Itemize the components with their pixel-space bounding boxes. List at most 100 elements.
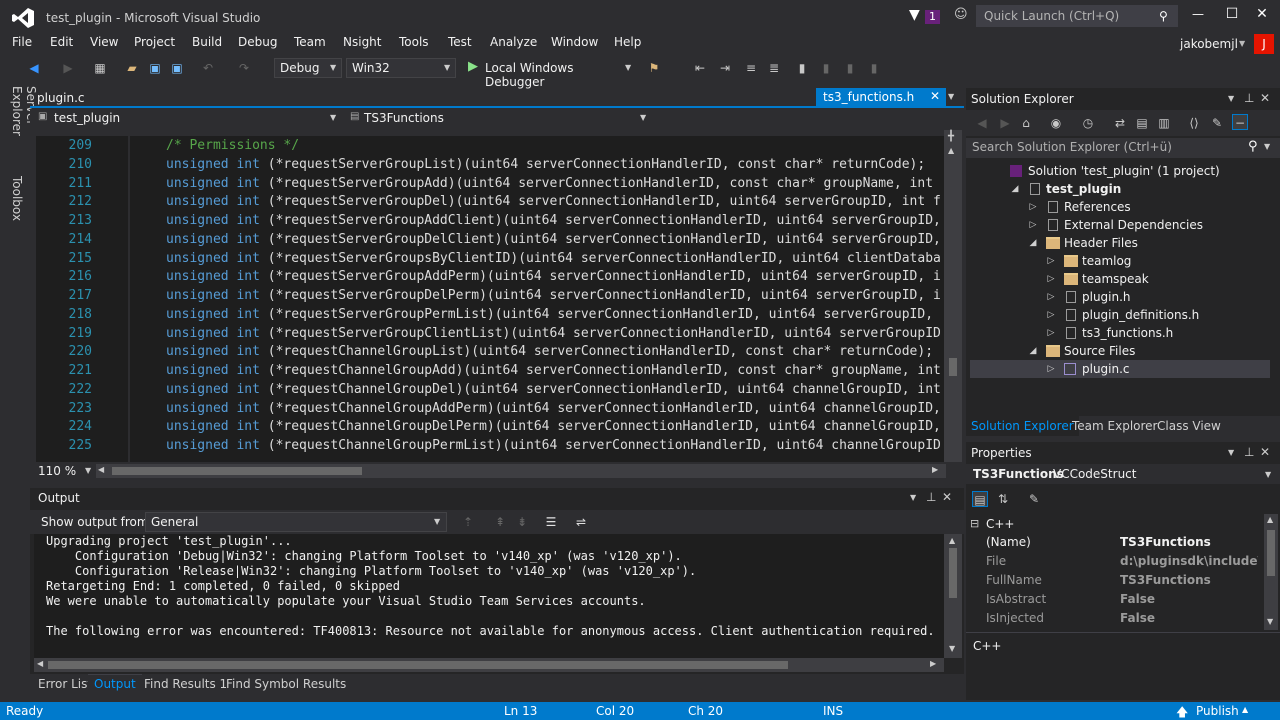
close-icon[interactable]: ✕ <box>1252 6 1272 22</box>
solution-tree-item[interactable]: ▷ References <box>970 198 1270 216</box>
code-line[interactable]: 215 unsigned int (*requestServerGroupsByC… <box>36 249 944 268</box>
avatar[interactable]: J <box>1254 34 1274 54</box>
tab-error-list[interactable]: Error List <box>38 677 92 691</box>
menu-build[interactable]: Build <box>192 35 222 49</box>
scroll-up-icon[interactable]: ▲ <box>1267 515 1273 524</box>
format-icon[interactable]: ⇥ <box>717 60 733 76</box>
chevron-down-icon[interactable]: ▼ <box>1239 36 1245 52</box>
user-name[interactable]: jakobemjl <box>1180 37 1238 51</box>
scroll-left-icon[interactable]: ◀ <box>37 659 43 668</box>
tab-output[interactable]: Output <box>88 674 142 693</box>
property-pages-icon[interactable]: ✎ <box>1026 491 1042 507</box>
property-row[interactable]: FullName TS3Functions <box>986 571 1258 590</box>
uncomment-icon[interactable]: ≣ <box>766 60 782 76</box>
collapsed-arrow-icon[interactable]: ▷ <box>1046 270 1056 288</box>
close-icon[interactable]: ✕ <box>1260 445 1270 459</box>
collapsed-arrow-icon[interactable]: ▷ <box>1046 306 1056 324</box>
prev-message-icon[interactable]: ⇞ <box>492 514 508 530</box>
attach-icon[interactable]: ⚑ <box>646 60 662 76</box>
code-line[interactable]: 223 unsigned int (*requestChannelGroupAdd… <box>36 399 944 418</box>
solution-tree-item[interactable]: ▷ plugin_definitions.h <box>970 306 1270 324</box>
history-icon[interactable]: ◷ <box>1080 115 1096 131</box>
prev-bookmark-icon[interactable]: ▮ <box>818 60 834 76</box>
tab-team-explorer[interactable]: Team Explorer <box>1072 419 1158 433</box>
editor-scroll-thumb[interactable] <box>949 358 957 376</box>
pin-icon[interactable]: ⊥ <box>1244 445 1254 459</box>
code-line[interactable]: 214 unsigned int (*requestServerGroupDelC… <box>36 230 944 249</box>
forward-icon[interactable]: ▶ <box>60 60 76 76</box>
save-all-icon[interactable]: ▣ <box>169 60 185 76</box>
scope-dropdown[interactable]: ▣ test_plugin ▼ <box>34 110 342 128</box>
solution-tree-item[interactable]: ▷ External Dependencies <box>970 216 1270 234</box>
code-view-icon[interactable]: ⟨⟩ <box>1186 115 1202 131</box>
solution-search-input[interactable]: Search Solution Explorer (Ctrl+ü) <box>972 140 1172 154</box>
redo-icon[interactable]: ↷ <box>236 60 252 76</box>
alphabetical-icon[interactable]: ⇅ <box>995 491 1011 507</box>
chevron-down-icon[interactable]: ▼ <box>1228 94 1234 103</box>
word-wrap-icon[interactable]: ⇌ <box>573 514 589 530</box>
solution-tree-item[interactable]: Solution 'test_plugin' (1 project) <box>970 162 1270 180</box>
code-line[interactable]: 217 unsigned int (*requestServerGroupDelP… <box>36 286 944 305</box>
tab-find-symbol-results[interactable]: Find Symbol Results <box>226 677 346 691</box>
menu-project[interactable]: Project <box>134 35 175 49</box>
show-all-files-icon[interactable]: ▥ <box>1156 115 1172 131</box>
filter-icon[interactable]: ▼ <box>909 7 920 23</box>
feedback-icon[interactable]: ☺ <box>954 7 968 23</box>
collapsed-arrow-icon[interactable]: ▷ <box>1046 252 1056 270</box>
properties-icon[interactable]: ✎ <box>1209 115 1225 131</box>
code-line[interactable]: 220 unsigned int (*requestChannelGroupLis… <box>36 342 944 361</box>
clear-bookmarks-icon[interactable]: ▮ <box>866 60 882 76</box>
menu-analyze[interactable]: Analyze <box>490 35 537 49</box>
code-line[interactable]: 213 unsigned int (*requestServerGroupAddC… <box>36 211 944 230</box>
tab-solution-explorer[interactable]: Solution Explorer <box>966 416 1079 436</box>
platform-dropdown[interactable]: Win32 ▼ <box>346 58 456 78</box>
back-icon[interactable]: ◀ <box>26 60 42 76</box>
code-line[interactable]: 219 unsigned int (*requestServerGroupClie… <box>36 324 944 343</box>
chevron-down-icon[interactable]: ▼ <box>1264 142 1270 151</box>
output-vertical-scrollbar[interactable]: ▲ ▼ <box>944 534 962 658</box>
close-icon[interactable]: ✕ <box>942 490 952 504</box>
code-line[interactable]: 225 unsigned int (*requestChannelGroupPer… <box>36 436 944 455</box>
tab-close-icon[interactable]: ✕ <box>930 89 940 103</box>
clear-all-icon[interactable]: ☰ <box>543 514 559 530</box>
search-icon[interactable]: ⚲ <box>1248 139 1258 154</box>
publish-button[interactable]: 🡅 Publish ▲ <box>1176 702 1276 720</box>
tab-plugin-c[interactable]: plugin.c <box>30 88 108 106</box>
menu-tools[interactable]: Tools <box>399 35 429 49</box>
solution-tree-item[interactable]: ▷ teamspeak <box>970 270 1270 288</box>
collapsed-arrow-icon[interactable]: ▷ <box>1046 324 1056 342</box>
categorized-icon[interactable]: ▤ <box>972 491 988 507</box>
menu-file[interactable]: File <box>12 35 32 49</box>
code-line[interactable]: 221 unsigned int (*requestChannelGroupAdd… <box>36 361 944 380</box>
pin-icon[interactable]: ⊥ <box>926 490 936 504</box>
code-line[interactable]: 224 unsigned int (*requestChannelGroupDel… <box>36 417 944 436</box>
next-bookmark-icon[interactable]: ▮ <box>842 60 858 76</box>
server-explorer-tab[interactable]: Server Explorer <box>10 86 38 172</box>
code-line[interactable]: 222 unsigned int (*requestChannelGroupDel… <box>36 380 944 399</box>
home-icon[interactable]: ⌂ <box>1018 115 1034 131</box>
close-icon[interactable]: ✕ <box>1260 91 1270 105</box>
tab-find-results-1[interactable]: Find Results 1 <box>144 677 227 691</box>
scroll-down-icon[interactable]: ▼ <box>1267 617 1273 626</box>
scroll-right-icon[interactable]: ▶ <box>930 659 936 668</box>
menu-debug[interactable]: Debug <box>238 35 277 49</box>
configuration-dropdown[interactable]: Debug ▼ <box>274 58 342 78</box>
menu-window[interactable]: Window <box>551 35 598 49</box>
menu-edit[interactable]: Edit <box>50 35 73 49</box>
code-line[interactable]: 216 unsigned int (*requestServerGroupAddP… <box>36 267 944 286</box>
properties-scrollbar[interactable]: ▲ ▼ <box>1264 514 1278 630</box>
scroll-right-icon[interactable]: ▶ <box>932 465 938 474</box>
code-line[interactable]: 210 unsigned int (*requestServerGroupList… <box>36 155 944 174</box>
next-message-icon[interactable]: ⇟ <box>514 514 530 530</box>
properties-scroll-thumb[interactable] <box>1267 530 1275 576</box>
tab-overflow-icon[interactable]: ▼ <box>948 92 954 101</box>
notification-badge[interactable]: 1 <box>925 10 940 24</box>
property-row[interactable]: IsAbstract False <box>986 590 1258 609</box>
solution-tree-item[interactable]: ▷ plugin.c <box>970 360 1270 378</box>
editor-horizontal-scrollbar[interactable]: ◀ ▶ <box>96 464 946 478</box>
output-scroll-thumb[interactable] <box>949 548 957 598</box>
chevron-down-icon[interactable]: ▼ <box>85 466 91 475</box>
expanded-arrow-icon[interactable]: ◢ <box>1010 180 1020 198</box>
scroll-left-icon[interactable]: ◀ <box>98 465 104 474</box>
expanded-arrow-icon[interactable]: ◢ <box>1028 342 1038 360</box>
